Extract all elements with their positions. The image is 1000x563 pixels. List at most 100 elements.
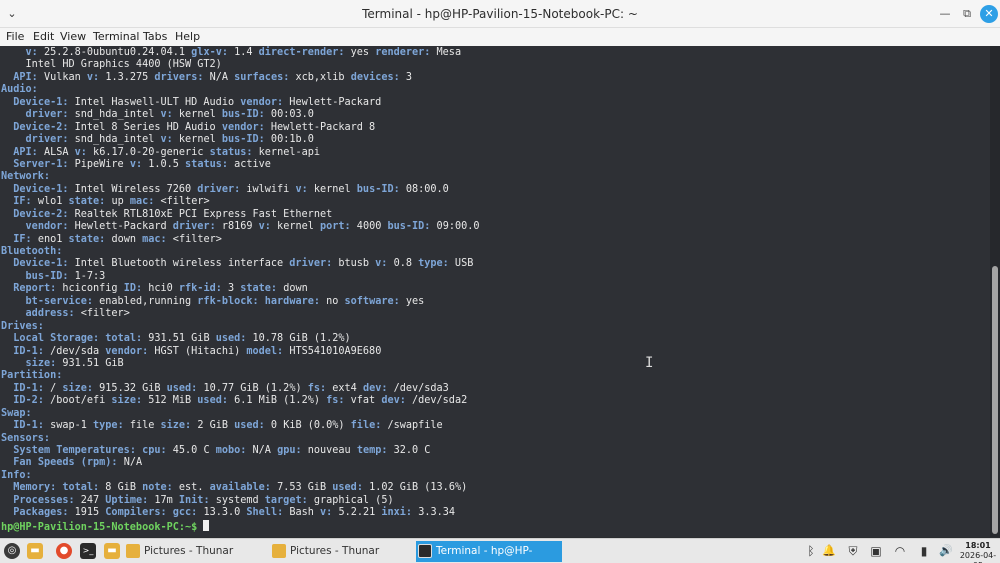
terminal-line: Swap:	[1, 408, 480, 420]
terminal-key: Init:	[178, 494, 210, 506]
terminal-value	[1, 234, 13, 245]
terminal-key: Fan Speeds (rpm):	[13, 457, 118, 469]
terminal-key: mac:	[142, 233, 167, 245]
terminal-value	[1, 333, 13, 344]
terminal-line: ID-1: /dev/sda vendor: HGST (Hitachi) mo…	[1, 346, 480, 358]
terminal-value: no	[319, 295, 345, 307]
terminal-key: size:	[160, 420, 192, 432]
shield-icon[interactable]: ⛨	[845, 543, 861, 559]
task-terminal[interactable]: Terminal - hp@HP-Pavilion...	[416, 541, 562, 562]
terminal-key: available:	[209, 482, 271, 494]
terminal-key: v:	[160, 134, 173, 146]
terminal-key: bus-ID:	[356, 183, 400, 195]
task-thunar-2[interactable]: Pictures - Thunar	[270, 541, 410, 562]
terminal-line: bus-ID: 1-7:3	[1, 271, 480, 283]
terminal-value: snd_hda_intel	[68, 109, 161, 121]
terminal-value: Intel 8 Series HD Audio	[68, 121, 222, 133]
menu-tabs[interactable]: Tabs	[143, 28, 167, 46]
terminal-value: hci0	[142, 283, 179, 295]
minimize-button[interactable]: —	[936, 5, 954, 23]
app-menu-icon[interactable]: ◎	[4, 543, 20, 559]
terminal-key: mac:	[129, 196, 155, 208]
terminal-value: 6.1 MiB (1.2%)	[227, 395, 327, 407]
terminal-value: PipeWire	[68, 158, 130, 170]
terminal-value: N/A	[246, 445, 278, 456]
clock[interactable]: 18:01 2026-04-05	[958, 541, 998, 563]
terminal-value: Hewlett-Packard 8	[264, 121, 376, 133]
terminal-key: model:	[246, 345, 284, 357]
menu-file[interactable]: File	[6, 28, 24, 46]
terminal-value: Intel Haswell-ULT HD Audio	[68, 96, 241, 108]
clipboard-icon[interactable]: ▣	[868, 543, 884, 559]
terminal-key: hardware:	[264, 295, 320, 307]
terminal-output[interactable]: v: 25.2.8-0ubuntu0.24.04.1 glx-v: 1.4 di…	[0, 46, 990, 537]
terminal-line: Device-2: Intel 8 Series HD Audio vendor…	[1, 122, 480, 134]
terminal-value: kernel	[172, 109, 222, 121]
terminal-value	[1, 420, 13, 431]
terminal-line: ID-1: / size: 915.32 GiB used: 10.77 GiB…	[1, 383, 480, 395]
terminal-value: down	[105, 233, 143, 245]
terminal-value: 45.0 C	[166, 445, 216, 456]
terminal-value	[1, 507, 13, 518]
terminal-value	[1, 358, 26, 369]
terminal-line: size: 931.51 GiB	[1, 358, 480, 370]
terminal-value: ext4	[326, 382, 363, 394]
wifi-icon[interactable]: ◠	[892, 543, 908, 559]
terminal-value: HTS541010A9E680	[283, 345, 382, 357]
terminal-key: gpu:	[277, 445, 302, 456]
terminal-key: ID-1:	[13, 382, 44, 394]
terminal-line: Local Storage: total: 931.51 GiB used: 1…	[1, 333, 480, 345]
terminal-value: enabled,running	[93, 295, 198, 307]
terminal-key: v:	[160, 109, 173, 121]
notifications-bell-icon[interactable]: 🔔	[821, 543, 837, 559]
close-button[interactable]: ✕	[980, 5, 998, 23]
terminal-value: yes	[399, 295, 425, 307]
terminal-value	[1, 445, 13, 456]
clock-date: 2026-04-05	[959, 551, 997, 563]
folder-icon[interactable]: ▬	[104, 543, 120, 559]
terminal-line: Report: hciconfig ID: hci0 rfk-id: 3 sta…	[1, 283, 480, 295]
terminal-value: 13.3.0	[197, 507, 247, 519]
terminal-key: ID-1:	[13, 420, 44, 432]
maximize-button[interactable]: ⧉	[958, 5, 976, 23]
terminal-value: 17m	[148, 494, 179, 506]
terminal-key: size:	[25, 357, 57, 369]
battery-icon[interactable]: ▮	[916, 543, 932, 559]
menu-help[interactable]: Help	[175, 28, 200, 46]
terminal-value: 4000	[350, 221, 388, 233]
terminal-icon[interactable]: >_	[80, 543, 96, 559]
terminal-key: dev:	[381, 395, 406, 407]
prompt-line[interactable]: hp@HP-Pavilion-15-Notebook-PC:~$	[1, 519, 480, 533]
terminal-value: HGST (Hitachi)	[148, 345, 247, 357]
browser-icon[interactable]: ●	[56, 543, 72, 559]
terminal-scrollbar[interactable]	[990, 46, 1000, 537]
terminal-line: Processes: 247 Uptime: 17m Init: systemd…	[1, 495, 480, 507]
menu-view[interactable]: View	[60, 28, 86, 46]
terminal-line: Drives:	[1, 321, 480, 333]
terminal-key: surfaces:	[234, 71, 290, 83]
terminal-value	[1, 346, 13, 357]
terminal-line: ID-2: /boot/efi size: 512 MiB used: 6.1 …	[1, 395, 480, 407]
terminal-text: v: 25.2.8-0ubuntu0.24.04.1 glx-v: 1.4 di…	[1, 47, 480, 533]
task-thunar-1[interactable]: Pictures - Thunar	[124, 541, 264, 562]
bluetooth-icon[interactable]: ᛒ	[803, 543, 819, 559]
terminal-key: driver:	[25, 109, 69, 121]
terminal-key: API:	[13, 71, 38, 83]
menu-edit[interactable]: Edit	[33, 28, 54, 46]
terminal-value: systemd	[209, 494, 265, 506]
terminal-key: Processes:	[13, 494, 75, 506]
terminal-value: 247	[74, 494, 106, 506]
terminal-key: Device-2:	[13, 208, 69, 220]
terminal-line: Memory: total: 8 GiB note: est. availabl…	[1, 482, 480, 494]
terminal-key: state:	[68, 196, 106, 208]
terminal-key: fs:	[307, 382, 327, 394]
files-icon[interactable]: ▬	[27, 543, 43, 559]
terminal-value: /	[43, 382, 63, 394]
menu-terminal[interactable]: Terminal	[93, 28, 140, 46]
terminal-line: driver: snd_hda_intel v: kernel bus-ID: …	[1, 134, 480, 146]
terminal-key: Sensors:	[1, 432, 51, 444]
task-label: Pictures - Thunar	[290, 545, 380, 557]
volume-icon[interactable]: 🔊	[938, 543, 954, 559]
terminal-key: Device-1:	[13, 183, 69, 195]
scrollbar-thumb[interactable]	[992, 266, 998, 534]
